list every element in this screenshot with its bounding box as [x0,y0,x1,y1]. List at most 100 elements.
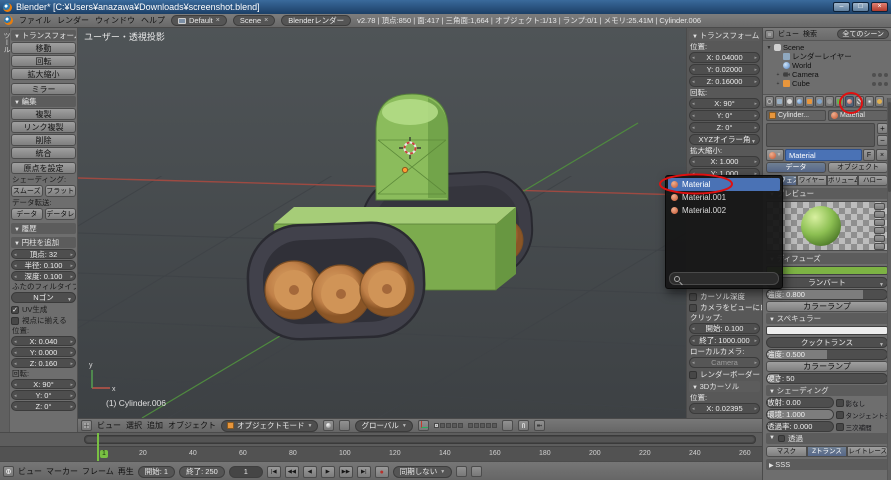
translucency-slider[interactable]: 透過率: 0.000 [766,421,834,432]
vertices-field[interactable]: 頂点: 32 [11,249,76,259]
type-volume-button[interactable]: ボリューム [827,175,858,186]
browse-material-button[interactable]: ▼ [766,149,784,161]
prev-keyframe-button[interactable]: ◀◀ [285,466,299,478]
op-rot-y-field[interactable]: Y: 0° [11,390,76,400]
timeline-ruler[interactable]: 20406080100120140160180200220240260 [0,446,762,461]
operator-panel-header[interactable]: 円柱を追加 [11,237,76,248]
mode-dropdown[interactable]: オブジェクトモード ▼ [221,420,318,432]
tab-world[interactable] [795,96,804,107]
op-rot-z-field[interactable]: Z: 0° [11,401,76,411]
npanel-scale-x[interactable]: X: 1.000 [689,156,760,167]
ztransp-button[interactable]: Zトランス [807,446,848,457]
scale-button[interactable]: 拡大縮小 [11,68,76,80]
layer-7[interactable] [474,423,479,428]
clip-start-field[interactable]: 開始: 0.100 [689,323,760,334]
specular-panel-header[interactable]: スペキュラー [766,313,888,324]
tank-turret[interactable] [376,94,448,200]
menu-file[interactable]: ファイル [19,15,51,26]
breadcrumb-object[interactable]: Cylinder... [766,110,826,121]
join-button[interactable]: 統合 [11,147,76,159]
manipulator-translate-icon[interactable] [418,420,429,431]
rotate-button[interactable]: 回転 [11,55,76,67]
data-layout-transfer-button[interactable]: データレ [45,208,77,220]
render-border-checkbox[interactable] [689,371,697,379]
3d-viewport[interactable]: x y ユーザー・透視投影 (1) Cylinder.006 [78,28,686,418]
maximize-button[interactable]: □ [852,2,869,12]
emit-slider[interactable]: 放射: 0.00 [766,397,834,408]
3d-viewport-canvas[interactable]: x y ユーザー・透視投影 (1) Cylinder.006 [78,28,686,418]
auto-keyframe-icon[interactable] [471,466,482,477]
preview-sky-button[interactable] [874,243,885,250]
viewport-menu-object[interactable]: オブジェクト [168,420,216,431]
next-keyframe-button[interactable]: ▶▶ [339,466,353,478]
cap-fill-dropdown[interactable]: Nゴン [11,292,76,303]
menu-window[interactable]: ウィンドウ [95,15,135,26]
mask-button[interactable]: マスク [766,446,807,457]
screen-layout-selector[interactable]: Default × [171,15,227,26]
tab-physics[interactable] [875,96,884,107]
tab-texture[interactable] [855,96,864,107]
layer-3[interactable] [446,423,451,428]
layer-1[interactable] [434,423,439,428]
outliner-editor-icon[interactable] [765,30,774,39]
jump-to-end-button[interactable]: ▶| [357,466,371,478]
local-camera-field[interactable]: Camera [689,357,760,368]
shade-smooth-button[interactable]: スムーズ [11,185,43,197]
preview-flat-button[interactable] [874,203,885,210]
cubic-interp-checkbox[interactable] [836,423,844,431]
record-button[interactable]: ● [375,466,389,478]
timeline-scrollbar[interactable] [84,435,756,444]
ambient-slider[interactable]: 環境: 1.000 [766,409,834,420]
play-button[interactable]: ▶ [321,466,335,478]
preview-panel-header[interactable]: プレビュー [766,188,888,199]
npanel-rot-x[interactable]: X: 90° [689,98,760,109]
delete-button[interactable]: 削除 [11,134,76,146]
popup-search[interactable] [669,272,779,285]
renderability-icon[interactable] [884,82,888,86]
properties-scrollbar[interactable] [887,98,891,480]
shade-flat-button[interactable]: フラット [45,185,77,197]
window-titlebar[interactable]: Blender* [C:¥Users¥anazawa¥Downloads¥scr… [0,0,891,14]
popup-item-material-001[interactable]: Material.001 [668,191,780,204]
render-engine-selector[interactable]: Blenderレンダー [281,15,351,26]
timeline-editor-icon[interactable] [3,466,14,477]
outliner-item-render-layers[interactable]: レンダーレイヤー [763,52,891,61]
frame-start-field[interactable]: 開始: 1 [138,466,175,478]
npanel-transform-header[interactable]: トランスフォーム [689,30,760,41]
selectability-icon[interactable] [878,82,882,86]
specular-ramp-button[interactable]: カラーランプ [766,361,888,372]
op-loc-y-field[interactable]: Y: 0.000 [11,347,76,357]
tangent-shading-checkbox[interactable] [836,411,844,419]
panel-header-edit[interactable]: 編集 [11,96,76,107]
tab-modifiers[interactable] [825,96,834,107]
op-loc-z-field[interactable]: Z: 0.160 [11,358,76,368]
preview-cube-button[interactable] [874,219,885,226]
npanel-rot-z[interactable]: Z: 0° [689,122,760,133]
timeline-menu-frame[interactable]: フレーム [82,466,114,477]
layer-4[interactable] [452,423,457,428]
layer-8[interactable] [480,423,485,428]
menu-render[interactable]: レンダー [57,15,89,26]
transparency-panel-header[interactable]: 透過 [766,433,888,444]
orientation-dropdown[interactable]: グローバル ▼ [355,420,412,432]
screen-layout-close-icon[interactable]: × [216,17,220,24]
current-frame-marker[interactable]: 1 [100,450,108,458]
pivot-point-icon[interactable] [339,420,350,431]
current-frame-field[interactable]: 1 [229,466,263,478]
diffuse-panel-header[interactable]: ディフューズ [766,253,888,264]
material-name-field[interactable]: Material [785,149,862,161]
menu-help[interactable]: ヘルプ [141,15,165,26]
tab-particles[interactable] [865,96,874,107]
npanel-loc-y[interactable]: Y: 0.02000 [689,64,760,75]
layer-6[interactable] [468,423,473,428]
play-reverse-button[interactable]: ◀ [303,466,317,478]
editor-type-icon[interactable] [81,420,92,431]
fake-user-button[interactable]: F [863,149,875,161]
popup-item-material-002[interactable]: Material.002 [668,204,780,217]
breadcrumb-material[interactable]: Material [828,110,888,121]
sss-panel-header[interactable]: SSS [766,459,888,470]
layer-10[interactable] [492,423,497,428]
npanel-rot-y[interactable]: Y: 0° [689,110,760,121]
viewport-menu-view[interactable]: ビュー [97,420,121,431]
link-data-button[interactable]: データ [766,162,826,173]
